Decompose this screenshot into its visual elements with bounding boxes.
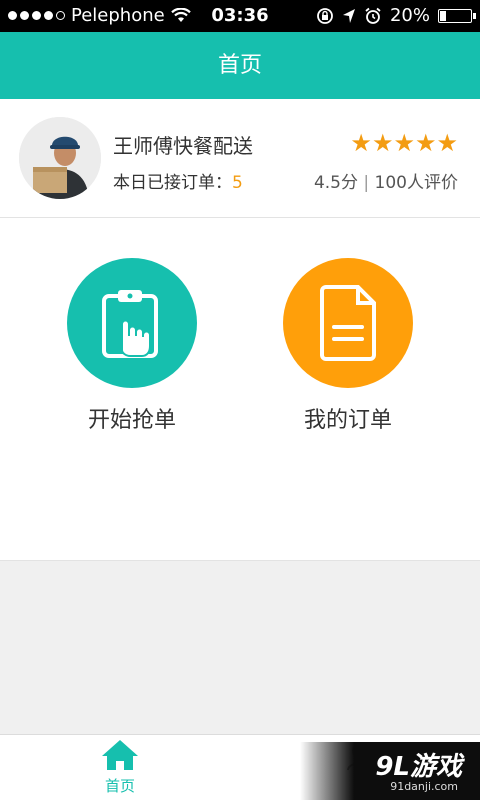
start-grab-circle[interactable] bbox=[67, 258, 197, 388]
my-orders-label: 我的订单 bbox=[303, 408, 392, 433]
battery-icon bbox=[438, 8, 476, 23]
start-grab-label: 开始抢单 bbox=[87, 408, 176, 433]
watermark: 9L游戏 91danji.com bbox=[300, 742, 480, 800]
rating-divider: | bbox=[363, 173, 375, 193]
tab-home-label: 首页 bbox=[104, 777, 135, 795]
start-grab-order-button[interactable]: 开始抢单 bbox=[57, 258, 207, 434]
status-bar: Pelephone 03:36 20% bbox=[0, 0, 480, 32]
courier-name: 王师傅快餐配送 bbox=[113, 134, 253, 158]
rating-stars-icon: ★★★★★ bbox=[350, 129, 458, 157]
status-right: 20% bbox=[316, 5, 476, 26]
clipboard-hand-icon bbox=[102, 290, 158, 358]
watermark-url: 91danji.com bbox=[390, 780, 458, 793]
rating-summary: 4.5分 | 100人评价 bbox=[314, 168, 458, 193]
today-orders-count: 5 bbox=[232, 173, 243, 193]
nav-bar: 首页 bbox=[0, 32, 480, 99]
rating-reviews: 100人评价 bbox=[374, 173, 458, 193]
document-icon bbox=[320, 285, 376, 361]
rotation-lock-icon bbox=[317, 7, 333, 24]
home-icon bbox=[102, 740, 138, 770]
watermark-logo: 9L游戏 bbox=[375, 752, 462, 782]
avatar bbox=[19, 117, 101, 199]
rating-score: 4.5分 bbox=[313, 173, 358, 193]
action-panel: 开始抢单 我的订单 bbox=[0, 218, 480, 561]
my-orders-button[interactable]: 我的订单 bbox=[273, 258, 423, 434]
tab-home[interactable]: 首页 bbox=[90, 739, 150, 796]
battery-percent: 20% bbox=[389, 5, 430, 26]
courier-photo bbox=[19, 117, 101, 199]
today-orders-label: 本日已接订单： bbox=[113, 173, 232, 193]
alarm-icon bbox=[365, 7, 381, 24]
profile-card: 王师傅快餐配送 本日已接订单：5 ★★★★★ 4.5分 | 100人评价 bbox=[0, 99, 480, 218]
my-orders-circle[interactable] bbox=[283, 258, 413, 388]
today-orders: 本日已接订单：5 bbox=[113, 168, 243, 193]
location-arrow-icon bbox=[342, 8, 355, 23]
page-title: 首页 bbox=[217, 53, 262, 78]
